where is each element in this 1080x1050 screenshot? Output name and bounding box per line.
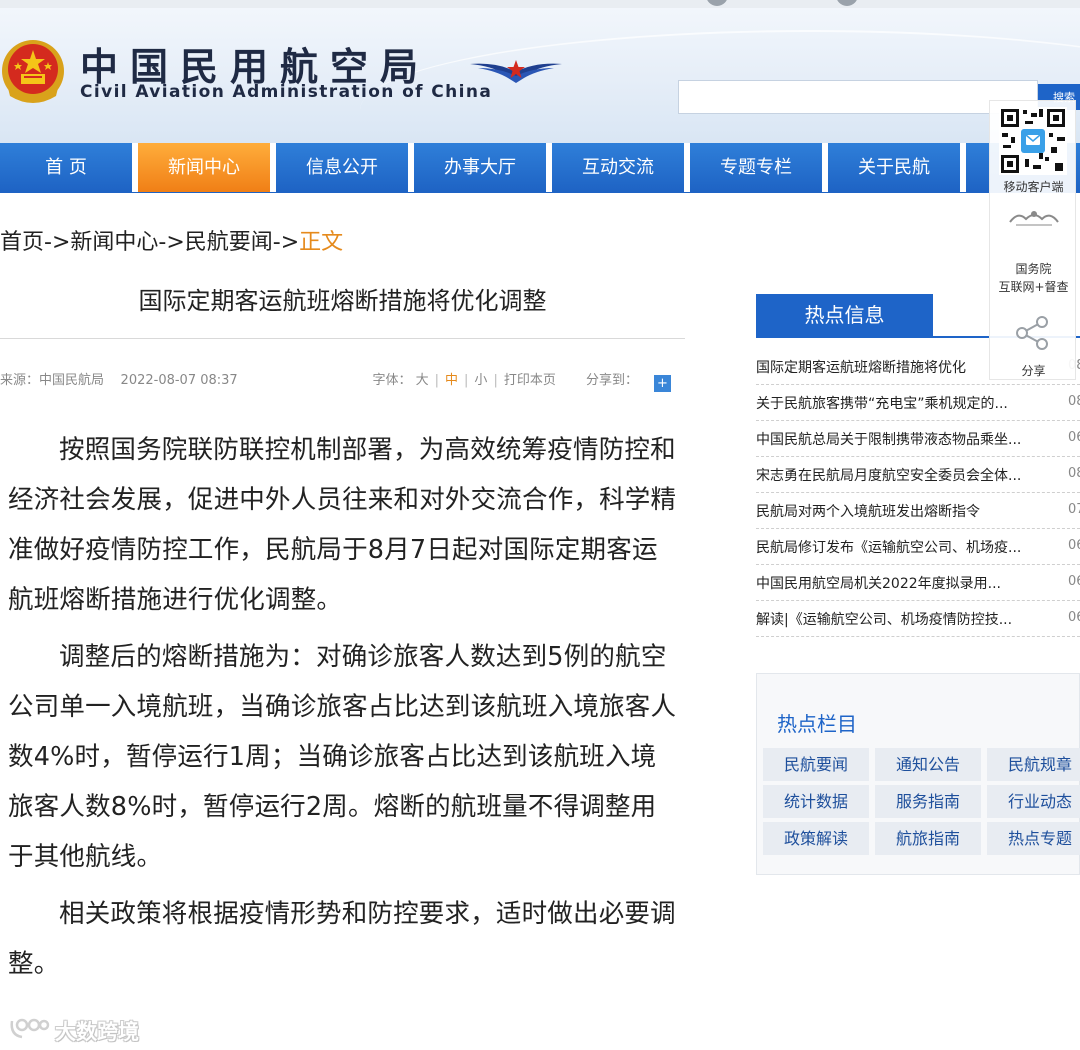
state-council-logo-icon[interactable] — [1006, 207, 1062, 229]
breadcrumb-news-center[interactable]: 新闻中心 — [70, 230, 158, 255]
breadcrumb-home[interactable]: 首页 — [0, 230, 44, 255]
nav-item-home[interactable]: 首 页 — [0, 143, 132, 192]
brand-name-en: Civil Aviation Administration of China — [80, 82, 493, 102]
top-link-icon[interactable] — [706, 0, 728, 6]
hot-info-tab[interactable]: 热点信息 — [756, 294, 933, 336]
hot-info-title[interactable]: 宋志勇在民航局月度航空安全委员会全体... — [756, 465, 1046, 485]
hot-info-item[interactable]: 关于民航旅客携带“充电宝”乘机规定的... 08 — [756, 385, 1080, 421]
hot-info-date: 08 — [1068, 466, 1080, 481]
column-link[interactable]: 民航要闻 — [763, 748, 869, 781]
column-link[interactable]: 行业动态 — [987, 785, 1080, 818]
nav-item-about[interactable]: 关于民航 — [828, 143, 960, 192]
hot-info-date: 08 — [1068, 394, 1080, 409]
site-header: 中国民用航空局 Civil Aviation Administration of… — [0, 0, 1080, 143]
breadcrumb-aviation-news[interactable]: 民航要闻 — [185, 230, 273, 255]
hot-info-item[interactable]: 宋志勇在民航局月度航空安全委员会全体... 08 — [756, 457, 1080, 493]
watermark-logo-icon — [10, 1018, 50, 1039]
nav-item-service-hall[interactable]: 办事大厅 — [414, 143, 546, 192]
hot-info-item[interactable]: 中国民航总局关于限制携带液态物品乘坐... 06 — [756, 421, 1080, 457]
top-link-icon[interactable] — [836, 0, 858, 6]
font-size-small[interactable]: 小 — [474, 373, 487, 388]
column-link[interactable]: 服务指南 — [875, 785, 981, 818]
national-emblem-icon — [2, 40, 64, 103]
search-input[interactable] — [678, 80, 1038, 114]
caac-wing-logo-icon — [470, 60, 562, 83]
hot-info-title[interactable]: 中国民航总局关于限制携带液态物品乘坐... — [756, 429, 1046, 449]
article-title: 国际定期客运航班熔断措施将优化调整 — [138, 287, 547, 315]
column-link[interactable]: 统计数据 — [763, 785, 869, 818]
hot-info-item[interactable]: 中国民用航空局机关2022年度拟录用... 06 — [756, 565, 1080, 601]
meta-separator: | — [493, 373, 498, 388]
nav-item-info-disclosure[interactable]: 信息公开 — [276, 143, 408, 192]
hot-info-item[interactable]: 解读|《运输航空公司、机场疫情防控技... 06 — [756, 601, 1080, 637]
font-size-medium[interactable]: 中 — [445, 373, 458, 388]
hot-info-date: 06 — [1068, 574, 1080, 589]
hot-columns-title: 热点栏目 — [777, 712, 857, 736]
hot-info-list: 国际定期客运航班熔断措施将优化08 关于民航旅客携带“充电宝”乘机规定的...0… — [756, 349, 1080, 637]
print-page-link[interactable]: 打印本页 — [504, 373, 556, 388]
column-link[interactable]: 通知公告 — [875, 748, 981, 781]
article-paragraph: 调整后的熔断措施为：对确诊旅客人数达到5例的航空公司单一入境航班，当确诊旅客占比… — [8, 642, 677, 872]
qr-code-icon[interactable] — [999, 107, 1067, 175]
nav-item-news-center[interactable]: 新闻中心 — [138, 143, 270, 192]
main-nav: 首 页 新闻中心 信息公开 办事大厅 互动交流 专题专栏 关于民航 — [0, 143, 1080, 193]
nav-item-interaction[interactable]: 互动交流 — [552, 143, 684, 192]
hot-columns-box: 热点栏目 民航要闻 通知公告 民航规章 统计数据 服务指南 行业动态 政策解读 … — [756, 673, 1080, 875]
hot-info-title[interactable]: 解读|《运输航空公司、机场疫情防控技... — [756, 609, 1046, 629]
hot-info-title[interactable]: 民航局修订发布《运输航空公司、机场疫... — [756, 537, 1046, 557]
column-link[interactable]: 热点专题 — [987, 822, 1080, 855]
breadcrumb-current: 正文 — [299, 230, 344, 255]
meta-separator: | — [464, 373, 469, 388]
article-paragraph: 相关政策将根据疫情形势和防控要求，适时做出必要调整。 — [8, 899, 676, 979]
font-size-label: 字体： — [372, 373, 412, 388]
mobile-client-label[interactable]: 移动客户端 — [990, 179, 1077, 196]
gov-label-line2[interactable]: 互联网+督查 — [990, 279, 1077, 296]
share-plus-icon[interactable]: + — [654, 375, 671, 392]
column-link[interactable]: 航旅指南 — [875, 822, 981, 855]
nav-item-special-topics[interactable]: 专题专栏 — [690, 143, 822, 192]
hot-info-title[interactable]: 中国民用航空局机关2022年度拟录用... — [756, 573, 1046, 593]
article-body: 按照国务院联防联控机制部署，为高效统筹疫情防控和经济社会发展，促进中外人员往来和… — [8, 425, 680, 996]
hot-info-date: 06 — [1068, 430, 1080, 445]
hot-info-title[interactable]: 关于民航旅客携带“充电宝”乘机规定的... — [756, 393, 1046, 413]
hot-info-date: 07 — [1068, 502, 1080, 517]
share-label[interactable]: 分享 — [990, 363, 1077, 380]
title-divider — [0, 338, 685, 339]
font-size-large[interactable]: 大 — [416, 373, 429, 388]
breadcrumb-separator: -> — [44, 230, 71, 255]
article-datetime: 2022-08-07 08:37 — [120, 373, 238, 388]
column-link[interactable]: 政策解读 — [763, 822, 869, 855]
article-paragraph: 按照国务院联防联控机制部署，为高效统筹疫情防控和经济社会发展，促进中外人员往来和… — [8, 435, 677, 615]
hot-info-date: 06 — [1068, 538, 1080, 553]
article-source: 来源：中国民航局 — [0, 373, 105, 388]
breadcrumb: 首页->新闻中心->民航要闻->正文 — [0, 224, 343, 256]
share-to-label: 分享到： — [585, 373, 638, 388]
breadcrumb-separator: -> — [272, 230, 300, 255]
hot-info-item[interactable]: 民航局对两个入境航班发出熔断指令 07 — [756, 493, 1080, 529]
hot-info-item[interactable]: 民航局修订发布《运输航空公司、机场疫... 06 — [756, 529, 1080, 565]
share-icon[interactable] — [1010, 311, 1054, 355]
gov-label-line1[interactable]: 国务院 — [990, 261, 1077, 278]
hot-info-date: 06 — [1068, 610, 1080, 625]
hot-info-title[interactable]: 民航局对两个入境航班发出熔断指令 — [756, 501, 1046, 521]
breadcrumb-separator: -> — [158, 230, 185, 255]
top-strip — [0, 0, 1080, 8]
column-link[interactable]: 民航规章 — [987, 748, 1080, 781]
nav-underline — [0, 192, 1080, 193]
article-meta: 来源：中国民航局 2022-08-07 08:37 字体： 大 | 中 | 小 | 打印本页… — [0, 369, 685, 392]
meta-separator: | — [434, 373, 440, 388]
floating-side-panel: 移动客户端 国务院 互联网+督查 分享 — [989, 100, 1076, 380]
watermark-text: 大数跨境 — [55, 1020, 139, 1044]
